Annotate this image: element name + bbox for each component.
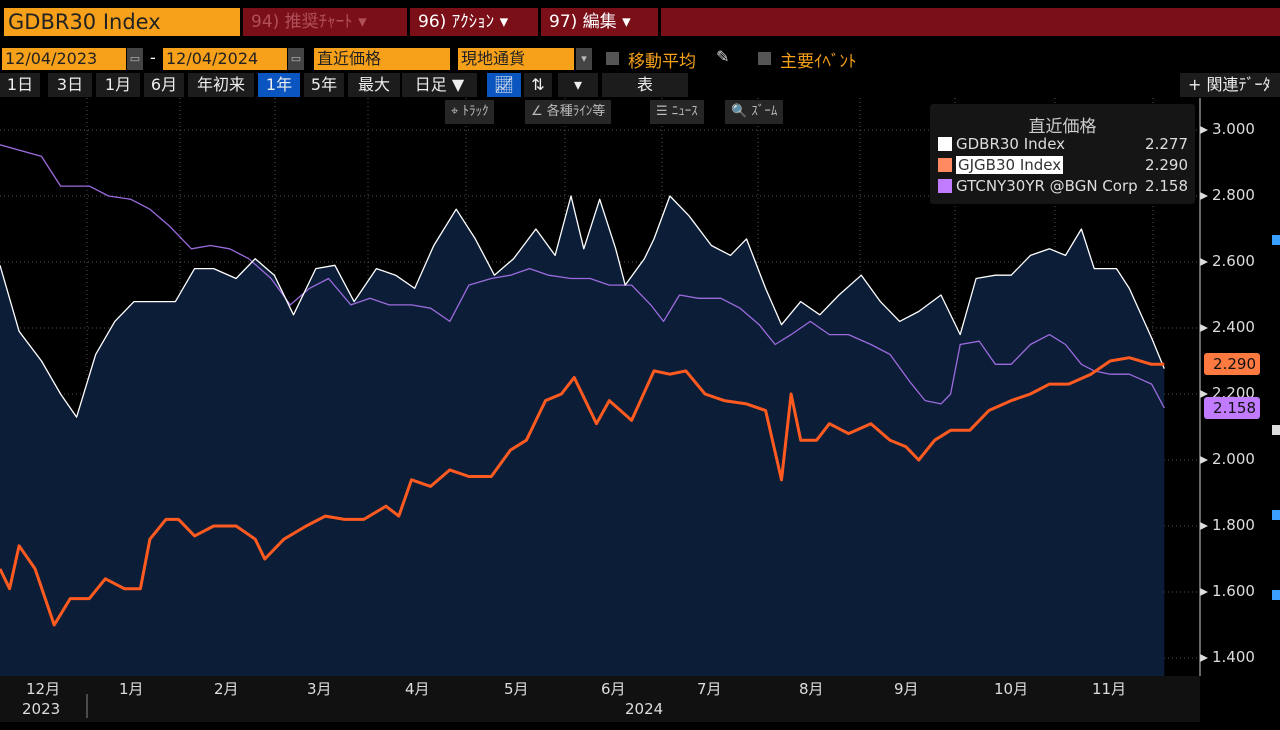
y-tick-label: 1.600 [1212,582,1255,600]
period-button[interactable]: 6月 [144,73,184,97]
period-button[interactable]: 3日 [48,73,92,97]
y-tick-label: 3.000 [1212,120,1255,138]
x-tick-label: 6月 [601,680,626,698]
x-tick-label: 11月 [1092,680,1127,698]
y-tick-label: 2.400 [1212,318,1255,336]
table-button[interactable]: 表 [602,73,688,97]
axis-marker [1272,425,1280,435]
tick-marker [1200,192,1208,200]
last-value-tag: 2.290 [1204,353,1260,376]
moving-average-label: 移動平均 [628,52,696,72]
legend-value: 2.158 [1145,177,1188,195]
legend: 直近価格 GDBR30 Index 2.277 GJGB30 Index 2.290 G… [930,104,1195,204]
x-tick-label: 8月 [799,680,824,698]
period-button[interactable]: 1年 [258,73,300,97]
tick-marker [1200,588,1208,596]
axis-marker [1272,510,1280,520]
axis-marker [1272,235,1280,245]
x-tick-label: 3月 [307,680,332,698]
line-chart-icon[interactable]: 📈︎ [487,73,521,97]
period-button[interactable]: 5年 [304,73,344,97]
y-tick-label: 2.600 [1212,252,1255,270]
y-tick-label: 1.400 [1212,648,1255,666]
period-button[interactable]: 最大 [348,73,400,97]
zoom-tool[interactable]: 🔍 ｽﾞｰﾑ [725,100,784,124]
tick-marker [1200,126,1208,134]
year-label: 2023 [22,700,61,718]
x-tick-label: 2月 [214,680,239,698]
action-menu[interactable]: 96) ｱｸｼｮﾝ ▾ [410,8,538,36]
legend-item[interactable]: GTCNY30YR @BGN Corp 2.158 [938,176,1188,196]
x-tick-label: 9月 [894,680,919,698]
related-data-button[interactable]: + 関連ﾃﾞｰﾀ [1180,73,1280,97]
legend-swatch [938,158,952,172]
price-type-select[interactable]: 直近価格 [314,48,450,70]
frequency-select[interactable]: 日足 ▼ [402,73,477,97]
toolbar-filler [661,8,1280,36]
legend-value: 2.290 [1145,156,1188,174]
period-button[interactable]: 1月 [96,73,140,97]
year-label: 2024 [625,700,664,718]
news-tool[interactable]: ☰ ﾆｭｰｽ [650,100,704,124]
moving-average-checkbox[interactable] [606,52,619,65]
legend-item[interactable]: GJGB30 Index 2.290 [938,155,1188,175]
currency-select[interactable]: 現地通貨 [458,48,574,70]
calendar-icon[interactable]: ▭ [288,48,304,70]
track-tool[interactable]: ⌖ ﾄﾗｯｸ [445,100,495,124]
recommended-chart-menu[interactable]: 94) 推奨ﾁｬｰﾄ ▾ [243,8,407,36]
legend-label: GDBR30 Index [956,135,1066,153]
x-tick-label: 12月 [26,680,61,698]
x-tick-label: 7月 [697,680,722,698]
x-tick-label: 10月 [994,680,1029,698]
y-tick-label: 2.800 [1212,186,1255,204]
legend-value: 2.277 [1145,135,1188,153]
tick-marker [1200,522,1208,530]
legend-swatch [938,137,952,151]
period-button[interactable]: 1日 [0,73,40,97]
chevron-down-icon[interactable]: ▾ [576,48,592,70]
period-button[interactable]: 年初来 [188,73,254,97]
legend-swatch [938,179,952,193]
x-tick-label: 1月 [119,680,144,698]
calendar-icon[interactable]: ▭ [127,48,143,70]
y-tick-label: 1.800 [1212,516,1255,534]
legend-label: GTCNY30YR @BGN Corp [956,177,1138,195]
legend-label: GJGB30 Index [956,156,1064,174]
tick-marker [1200,654,1208,662]
events-checkbox[interactable] [758,52,771,65]
tick-marker [1200,324,1208,332]
pencil-icon[interactable]: ✎ [716,47,729,66]
legend-item[interactable]: GDBR30 Index 2.277 [938,134,1188,154]
last-value-tag: 2.158 [1204,396,1260,419]
x-tick-label: 5月 [504,680,529,698]
ticker-input[interactable]: GDBR30 Index [4,8,240,36]
date-dash: - [150,48,156,67]
edit-menu[interactable]: 97) 編集 ▾ [541,8,658,36]
events-label: 主要ｲﾍﾞﾝﾄ [780,52,857,72]
lines-tool[interactable]: ∠ 各種ﾗｲﾝ等 [525,100,612,124]
y-tick-label: 2.000 [1212,450,1255,468]
chevron-down-icon[interactable]: ▾ [558,73,598,97]
x-tick-label: 4月 [405,680,430,698]
bar-chart-icon[interactable]: ⇅ [524,73,552,97]
tick-marker [1200,258,1208,266]
axis-marker [1272,590,1280,600]
end-date-input[interactable]: 12/04/2024 [163,48,287,70]
start-date-input[interactable]: 12/04/2023 [2,48,126,70]
tick-marker [1200,456,1208,464]
